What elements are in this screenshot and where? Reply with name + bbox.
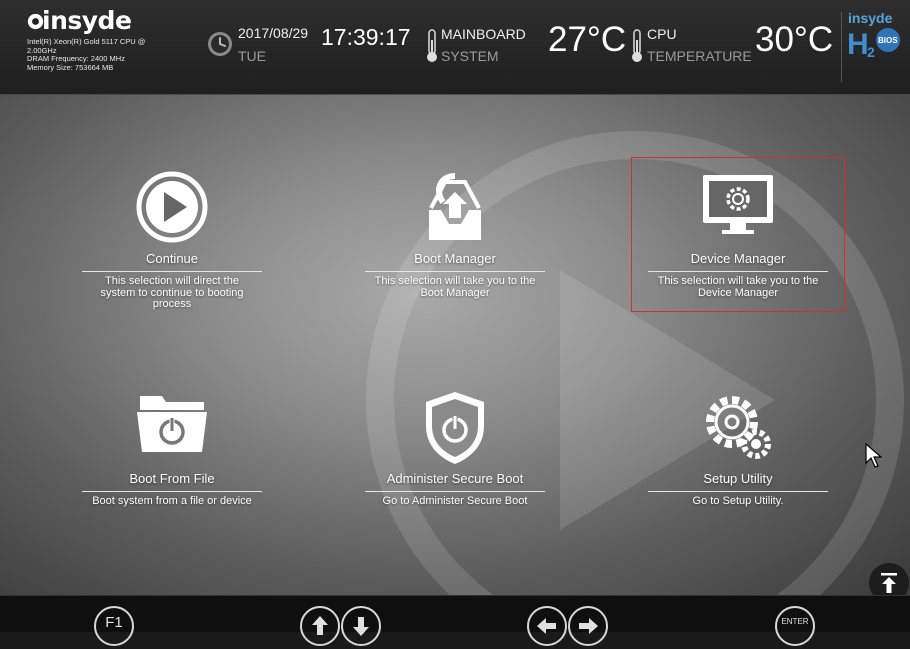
- tile-description: Go to Setup Utility.: [692, 495, 784, 507]
- gears-icon: [706, 396, 771, 459]
- enter-key[interactable]: ENTER: [775, 606, 815, 646]
- right-arrow-key[interactable]: [568, 606, 608, 646]
- selection-highlight: [631, 157, 845, 312]
- tile-divider: [365, 271, 545, 272]
- arrow-up-icon: [312, 616, 328, 635]
- tile-boot-from-file[interactable]: Boot From File Boot system from a file o…: [82, 390, 262, 508]
- tile-title: Boot Manager: [414, 251, 496, 266]
- tile-title: Administer Secure Boot: [386, 471, 524, 486]
- h2o-bios-logo-icon: H 2 BIOS: [847, 28, 900, 60]
- temperature-label: TEMPERATURE: [647, 48, 752, 64]
- tile-description: This selection will direct the system to…: [100, 275, 244, 310]
- left-arrow-key[interactable]: [527, 606, 567, 646]
- tile-description: This selection will take you to the Boot…: [374, 275, 536, 299]
- brand-logo: insyde: [42, 6, 132, 35]
- tile-boot-manager[interactable]: Boot Manager This selection will take yo…: [365, 170, 545, 299]
- tile-divider: [82, 491, 262, 492]
- shield-power-icon: [426, 392, 484, 464]
- tile-continue[interactable]: Continue This selection will direct the …: [82, 170, 262, 311]
- f1-label: F1: [105, 614, 123, 631]
- h2o-bios-text: BIOS: [878, 36, 898, 45]
- tile-divider: [82, 271, 262, 272]
- mouse-cursor-icon: [865, 443, 883, 468]
- arrow-right-icon: [579, 618, 598, 634]
- tile-title: Continue: [145, 251, 199, 266]
- clock-icon: [208, 32, 232, 56]
- boot-manager-icon: [429, 173, 481, 240]
- tile-title: Setup Utility: [703, 471, 773, 486]
- header-bar: insyde Intel(R) Xeon(R) Gold 5117 CPU @ …: [0, 0, 910, 95]
- date-display: 2017/08/29: [238, 25, 309, 41]
- arrow-down-icon: [353, 617, 369, 636]
- tile-title: Boot From File: [129, 471, 215, 486]
- folder-power-icon: [137, 396, 207, 452]
- thermometer-icon: [427, 29, 437, 62]
- arrow-left-icon: [537, 618, 556, 634]
- f1-help-key[interactable]: F1: [94, 606, 134, 646]
- tile-description: Go to Administer Secure Boot: [382, 495, 528, 507]
- svg-text:H: H: [847, 28, 869, 60]
- scroll-to-top-icon[interactable]: [869, 563, 909, 595]
- svg-text:2: 2: [867, 44, 875, 60]
- system-info: Intel(R) Xeon(R) Gold 5117 CPU @ 2.00GHz…: [27, 37, 177, 72]
- memory-info: Memory Size: 753664 MB: [27, 62, 114, 72]
- main-menu-area: Continue This selection will direct the …: [0, 95, 910, 595]
- system-label: SYSTEM: [441, 48, 499, 64]
- mainboard-label: MAINBOARD: [441, 26, 526, 42]
- cpu-temp: 30°C: [755, 20, 834, 59]
- tile-divider: [365, 491, 545, 492]
- tile-administer-secure-boot[interactable]: Administer Secure Boot Go to Administer …: [365, 390, 545, 508]
- cpu-label: CPU: [647, 26, 677, 42]
- down-arrow-key[interactable]: [341, 606, 381, 646]
- enter-label: ENTER: [781, 617, 809, 626]
- up-arrow-key[interactable]: [300, 606, 340, 646]
- tile-setup-utility[interactable]: Setup Utility Go to Setup Utility.: [648, 390, 828, 508]
- cpu-info: Intel(R) Xeon(R) Gold 5117 CPU @ 2.00GHz: [27, 37, 146, 55]
- day-display: TUE: [238, 48, 266, 64]
- tile-divider: [648, 491, 828, 492]
- play-circle-icon: [136, 171, 208, 243]
- tile-description: Boot system from a file or device: [92, 495, 252, 507]
- footer-keybar: F1 ENTER: [0, 595, 910, 646]
- thermometer-icon: [632, 29, 642, 62]
- time-display: 17:39:17: [321, 24, 411, 50]
- system-temp: 27°C: [548, 20, 627, 59]
- header-divider: [841, 12, 842, 82]
